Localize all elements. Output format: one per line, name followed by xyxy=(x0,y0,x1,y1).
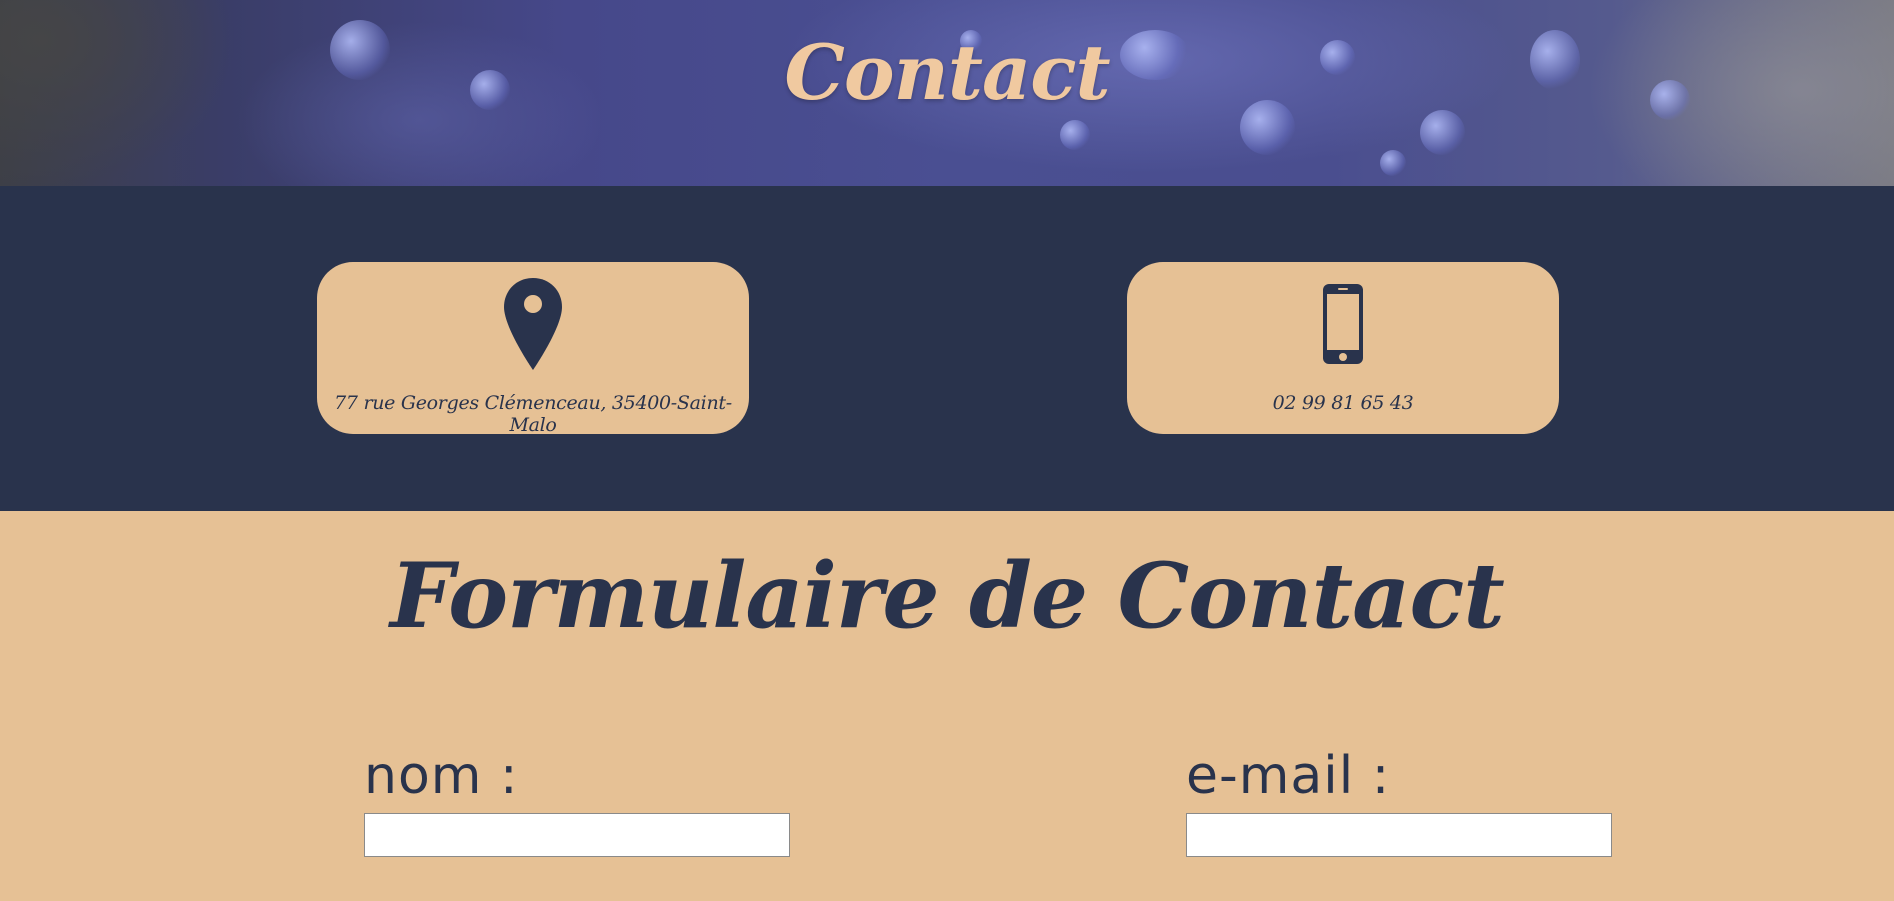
phone-number: 02 99 81 65 43 xyxy=(1272,392,1414,414)
page-title: Contact xyxy=(784,28,1110,117)
name-input[interactable] xyxy=(364,813,790,857)
form-title: Formulaire de Contact xyxy=(390,543,1505,649)
map-pin-icon xyxy=(317,276,749,372)
phone-card: 02 99 81 65 43 xyxy=(1127,262,1559,434)
contact-info-section: 77 rue Georges Clémenceau, 35400-Saint-M… xyxy=(0,186,1894,511)
contact-form-section: Formulaire de Contact nom : e-mail : xyxy=(0,511,1894,901)
address-card: 77 rue Georges Clémenceau, 35400-Saint-M… xyxy=(317,262,749,436)
smartphone-icon xyxy=(1127,276,1559,372)
address-text: 77 rue Georges Clémenceau, 35400-Saint-M… xyxy=(334,392,732,436)
hero-banner: Contact xyxy=(0,0,1894,186)
name-label: nom : xyxy=(364,746,519,806)
email-input[interactable] xyxy=(1186,813,1612,857)
email-label: e-mail : xyxy=(1186,746,1391,806)
